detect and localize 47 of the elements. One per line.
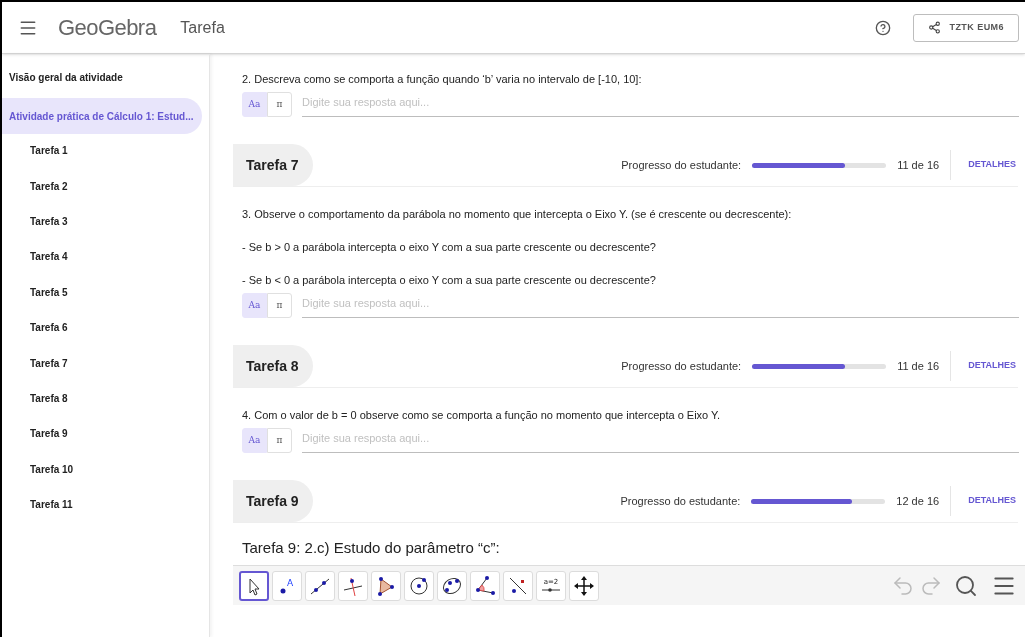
answer-field[interactable]: Digite sua resposta aqui... [302, 92, 1019, 117]
sidebar-item[interactable]: Tarefa 5 [2, 274, 202, 310]
question-text: - Se b < 0 a parábola intercepta o eixo Y com a sua parte crescente ou decrescente? [242, 273, 657, 287]
answer-field[interactable]: Digite sua resposta aqui... [302, 293, 1019, 318]
input-mode-toggle[interactable]: π [267, 428, 292, 453]
share-button[interactable]: TZTK EUM6 [913, 13, 1019, 42]
task-title: Tarefa 9 [233, 480, 313, 522]
sidebar-item[interactable]: Tarefa 4 [2, 239, 202, 275]
sidebar-item[interactable]: Tarefa 3 [2, 203, 202, 240]
progress-count: 11 de 16 [897, 157, 940, 173]
progress-label: Progresso do estudante: [621, 157, 742, 173]
progress-count: 11 de 16 [897, 358, 940, 374]
input-mode-toggle[interactable]: Aa [242, 92, 267, 117]
question-text: - Se b > 0 a parábola intercepta o eixo Y com a sua parte crescente ou decrescente? [242, 240, 657, 254]
input-mode-toggle[interactable]: Aa [242, 428, 267, 453]
answer-field[interactable]: Digite sua resposta aqui... [302, 428, 1019, 453]
logo: GeoGebra [58, 14, 157, 42]
sidebar-item[interactable]: Visão geral da atividade [2, 56, 209, 98]
sidebar-item[interactable]: Tarefa 9 [2, 416, 202, 452]
sidebar-item[interactable]: Atividade prática de Cálculo 1: Estud... [2, 98, 202, 134]
details-link[interactable]: DETALHES [968, 359, 1016, 373]
question-text: 3. Observe o comportamento da parábola no momento que intercepta o Eixo Y. (se é crescente ou decrescente): [242, 207, 793, 221]
task-title: Tarefa 7 [233, 144, 313, 186]
sidebar-item[interactable]: Tarefa 10 [2, 451, 202, 487]
search-icon[interactable] [954, 573, 978, 598]
page-title: Tarefa [180, 17, 225, 38]
question-text: 4. Com o valor de b = 0 observe como se comporta a função no momento que intercepta o Eixo Y. [242, 408, 722, 422]
input-mode-toggle[interactable]: π [267, 92, 292, 117]
details-link[interactable]: DETALHES [968, 158, 1016, 172]
input-mode-toggle[interactable]: π [267, 293, 292, 318]
applet-title: Tarefa 9: 2.c) Estudo do parâmetro “c”: [241, 538, 501, 558]
sidebar-item[interactable]: Tarefa 8 [2, 380, 202, 417]
progress-label: Progresso do estudante: [620, 493, 741, 509]
input-mode-toggle[interactable]: Aa [242, 293, 267, 318]
task-title: Tarefa 8 [233, 345, 313, 387]
progress-count: 12 de 16 [896, 493, 940, 509]
sidebar-item[interactable]: Tarefa 6 [2, 309, 202, 346]
help-icon[interactable] [875, 19, 892, 36]
sidebar-item[interactable]: Tarefa 2 [2, 168, 202, 204]
question-text: 2. Descreva como se comporta a função quando ‘b’ varia no intervalo de [-10, 10]: [242, 72, 643, 86]
sidebar-item[interactable]: Tarefa 7 [2, 345, 202, 381]
progress-label: Progresso do estudante: [621, 358, 742, 374]
share-icon [928, 21, 942, 34]
details-link[interactable]: DETALHES [968, 494, 1016, 508]
angle-tool-icon [473, 573, 497, 598]
sidebar-item[interactable]: Tarefa 1 [2, 133, 202, 169]
sidebar-item[interactable]: Tarefa 11 [2, 486, 202, 523]
